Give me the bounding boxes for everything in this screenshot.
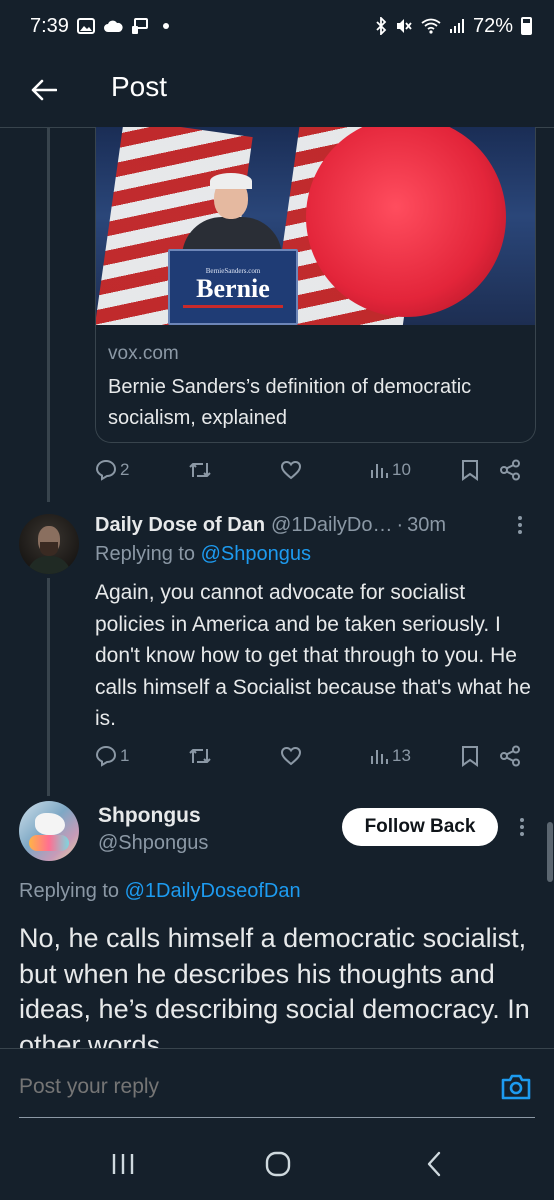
wifi-icon [421,18,441,34]
more-icon[interactable] [512,812,532,842]
back-nav-icon [427,1151,441,1177]
repost-icon [189,463,211,477]
bookmark-button[interactable] [461,741,479,771]
replying-to-handle[interactable]: @1DailyDoseofDan [125,880,301,902]
battery-percent: 72% [472,14,513,37]
views-button[interactable]: 13 [369,741,411,771]
camera-button[interactable] [498,1069,534,1105]
reply-tweet-body: Again, you cannot advocate for socialist… [95,581,531,730]
reply-count: 2 [120,460,130,479]
like-button[interactable] [280,455,302,485]
cast-icon [131,18,148,34]
avatar-shape [35,813,65,835]
status-bar: 7:39 72% [0,0,554,52]
link-card-text: vox.com Bernie Sanders’s definition of d… [108,341,528,434]
recents-button[interactable] [103,1146,143,1182]
cloud-icon [103,20,123,32]
back-button[interactable] [24,70,64,110]
reply-tweet-header: Daily Dose of Dan @1DailyDo… · 30m [95,510,535,540]
follow-back-button[interactable]: Follow Back [342,808,498,846]
avatar-rainbow [29,835,69,851]
photo-icon [76,18,95,34]
repost-button[interactable] [188,455,212,485]
author-handle[interactable]: @1DailyDo… [271,514,392,537]
status-right: 72% [375,15,532,38]
replying-to-label: Replying to [95,543,196,565]
views-icon [371,464,388,478]
thread-line-reply [47,578,50,796]
like-button[interactable] [280,741,302,771]
reply-bar [0,1048,554,1128]
page-title: Post [111,71,168,102]
share-button[interactable] [499,455,521,485]
status-time: 7:39 [30,14,69,37]
like-icon [280,460,302,480]
reply-count: 1 [120,746,130,765]
mute-icon [396,19,412,33]
original-tweet-actions: 2 10 [95,455,525,485]
home-icon [265,1151,291,1177]
home-button[interactable] [258,1146,298,1182]
reply-input[interactable] [19,1075,479,1099]
recents-icon [112,1154,134,1174]
podium-sign: BernieSanders.com Bernie [168,249,298,325]
camera-icon [501,1074,531,1100]
views-count: 13 [392,746,411,765]
battery-icon [521,17,532,35]
views-count: 10 [392,460,411,479]
thread-line-top [47,128,50,502]
app-header: Post [0,52,554,128]
reply-button[interactable]: 2 [95,455,129,485]
author-handle[interactable]: @Shpongus [98,832,208,855]
link-card-image: BernieSanders.com Bernie [96,127,535,325]
main-tweet-body: No, he calls himself a democratic social… [19,923,530,1049]
status-left: 7:39 [30,15,169,38]
link-card[interactable]: BernieSanders.com Bernie vox.com Bernie … [95,127,536,443]
avatar[interactable] [19,801,79,861]
notification-dot-icon [162,23,169,29]
podium-main-text: Bernie [196,273,270,303]
more-icon[interactable] [510,510,530,540]
scrollbar[interactable] [547,822,553,882]
views-button[interactable]: 10 [369,455,411,485]
replying-to: Replying to @Shpongus [95,543,311,566]
signal-icon [449,19,464,33]
share-button[interactable] [499,741,521,771]
replying-to: Replying to @1DailyDoseofDan [19,880,301,903]
system-nav-bar [0,1128,554,1200]
back-arrow-icon [31,79,57,101]
bookmark-icon [462,746,478,767]
reply-underline [19,1117,535,1118]
reply-icon [95,745,117,767]
share-icon [500,745,520,767]
back-nav-button[interactable] [414,1146,454,1182]
author-name[interactable]: Shpongus [98,804,201,828]
repost-icon [189,749,211,763]
replying-to-label: Replying to [19,880,120,902]
podium-stripe [183,304,283,308]
timestamp: 30m [407,513,447,536]
like-icon [280,746,302,766]
share-icon [500,459,520,481]
bluetooth-icon [376,17,387,35]
reply-tweet-actions: 1 13 [95,741,525,771]
replying-to-handle[interactable]: @Shpongus [201,543,311,565]
repost-button[interactable] [188,741,212,771]
link-card-domain: vox.com [108,343,179,364]
avatar-shirt [27,556,71,574]
speaker-hair [210,173,252,189]
bookmark-icon [462,460,478,481]
avatar[interactable] [19,514,79,574]
avatar-beard [40,542,58,556]
bookmark-button[interactable] [461,455,479,485]
red-balloon [306,127,506,317]
views-icon [371,750,388,764]
separator-dot: · [396,513,404,536]
author-name[interactable]: Daily Dose of Dan [95,514,265,537]
link-card-title: Bernie Sanders’s definition of democrati… [108,376,472,429]
reply-icon [95,459,117,481]
reply-button[interactable]: 1 [95,741,129,771]
